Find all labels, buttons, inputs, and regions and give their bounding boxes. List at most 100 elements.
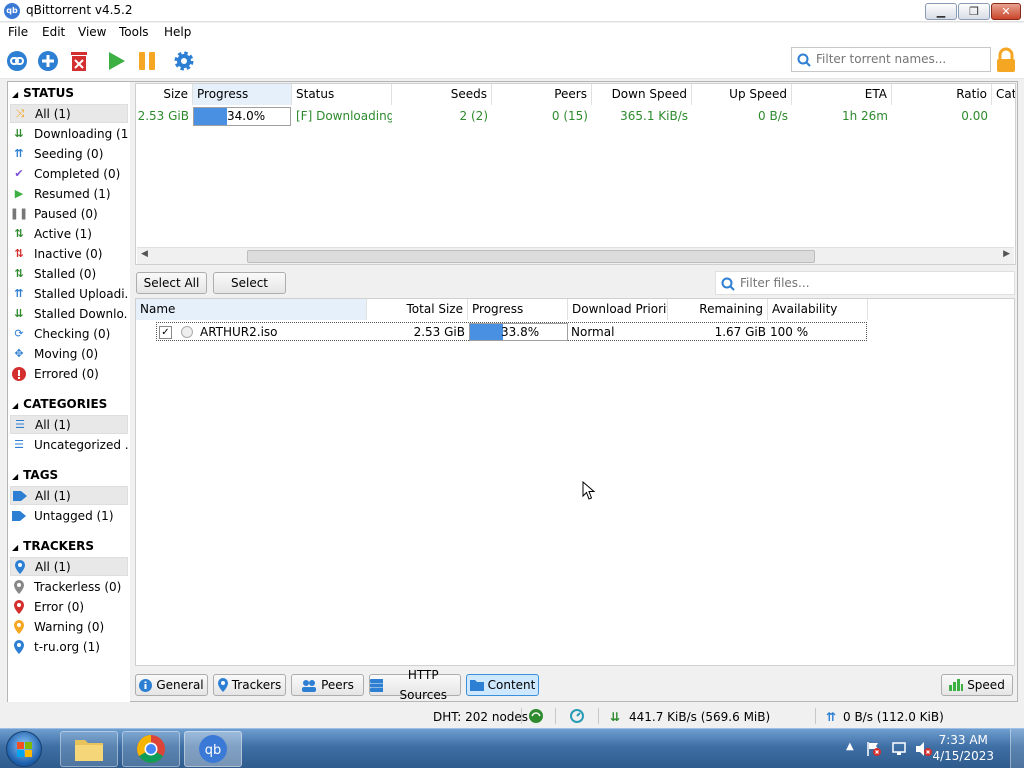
- status-bar: DHT: 202 nodes ⇊ 441.7 KiB/s (569.6 MiB)…: [0, 704, 1024, 728]
- table-row[interactable]: ✓ ARTHUR2.iso 2.53 GiB 33.8% Normal 1.67…: [156, 322, 867, 341]
- connection-status-icon[interactable]: [529, 709, 543, 726]
- sidebar-item-tracker-error[interactable]: Error (0): [10, 597, 128, 616]
- column-header-peers[interactable]: Peers: [492, 84, 592, 105]
- sidebar-item-untagged[interactable]: Untagged (1): [10, 506, 128, 525]
- file-filter-box[interactable]: [715, 271, 1015, 295]
- add-torrent-icon[interactable]: [36, 49, 60, 73]
- taskbar-chrome[interactable]: [122, 731, 180, 767]
- tab-peers[interactable]: Peers: [291, 674, 364, 696]
- sidebar-item-inactive[interactable]: ⇅ Inactive (0): [10, 244, 128, 263]
- sidebar-item-active[interactable]: ⇅ Active (1): [10, 224, 128, 243]
- sidebar-item-tracker-warning[interactable]: Warning (0): [10, 617, 128, 636]
- sidebar-item-downloading[interactable]: ⇊ Downloading (1): [10, 124, 128, 143]
- resume-icon[interactable]: [104, 49, 128, 73]
- sidebar-item-errored[interactable]: Errored (0): [10, 364, 128, 383]
- options-gear-icon[interactable]: [172, 49, 196, 73]
- column-header-availability[interactable]: Availability: [768, 299, 868, 320]
- file-checkbox[interactable]: ✓: [159, 326, 172, 339]
- column-header-download-priority[interactable]: Download Priority: [568, 299, 668, 320]
- column-header-remaining[interactable]: Remaining: [668, 299, 768, 320]
- column-header-seeds[interactable]: Seeds: [392, 84, 492, 105]
- speed-graph-button[interactable]: Speed: [941, 674, 1013, 696]
- sidebar-item-stalled-uploading[interactable]: ⇈ Stalled Uploadi...: [10, 284, 128, 303]
- torrent-list: Size Progress Status Seeds Peers Down Sp…: [135, 83, 1016, 265]
- select-all-button[interactable]: Select All: [136, 272, 207, 294]
- pin-orange-icon: [10, 619, 28, 634]
- column-header-down-speed[interactable]: Down Speed: [592, 84, 692, 105]
- menu-tools[interactable]: Tools: [119, 25, 149, 39]
- column-header-ratio[interactable]: Ratio: [892, 84, 992, 105]
- sidebar-item-paused[interactable]: ❚❚ Paused (0): [10, 204, 128, 223]
- column-header-file-progress[interactable]: Progress: [468, 299, 568, 320]
- status-separator: [555, 708, 556, 724]
- delete-icon[interactable]: [67, 49, 91, 73]
- search-icon: [797, 53, 811, 67]
- moving-icon: ✥: [14, 347, 24, 360]
- sidebar-item-seeding[interactable]: ⇈ Seeding (0): [10, 144, 128, 163]
- categories-header[interactable]: ◢ CATEGORIES: [12, 397, 107, 411]
- minimize-button[interactable]: ▁: [925, 3, 957, 20]
- horizontal-scrollbar[interactable]: ◀ ▶: [137, 247, 1014, 264]
- scroll-left-icon[interactable]: ◀: [141, 249, 148, 259]
- column-header-name[interactable]: Name: [136, 299, 367, 320]
- file-filter-input[interactable]: [740, 276, 905, 290]
- close-button[interactable]: ✕: [991, 3, 1021, 20]
- column-header-eta[interactable]: ETA: [792, 84, 892, 105]
- sidebar-item-stalled-downloading[interactable]: ⇊ Stalled Downlo...: [10, 304, 128, 323]
- taskbar-qbittorrent[interactable]: qb: [184, 731, 242, 767]
- show-desktop-button[interactable]: [1010, 729, 1024, 768]
- stalled-arrows-icon: ⇅: [14, 267, 24, 280]
- sidebar-item-checking[interactable]: ⟳ Checking (0): [10, 324, 128, 343]
- taskbar-explorer[interactable]: [60, 731, 118, 767]
- scroll-right-icon[interactable]: ▶: [1003, 249, 1010, 259]
- action-center-flag-icon[interactable]: [866, 741, 882, 757]
- trackers-header[interactable]: ◢ TRACKERS: [12, 539, 94, 553]
- sidebar-item-tag-all[interactable]: All (1): [10, 486, 128, 505]
- sidebar-item-trackers-all[interactable]: All (1): [10, 557, 128, 576]
- restore-button[interactable]: ❐: [958, 3, 990, 20]
- sidebar-item-moving[interactable]: ✥ Moving (0): [10, 344, 128, 363]
- column-header-up-speed[interactable]: Up Speed: [692, 84, 792, 105]
- menu-edit[interactable]: Edit: [42, 25, 65, 39]
- show-hidden-icons[interactable]: ▲: [846, 741, 854, 752]
- download-speed-total[interactable]: 441.7 KiB/s (569.6 MiB): [629, 710, 770, 724]
- sidebar-item-uncategorized[interactable]: ☰ Uncategorized ...: [10, 435, 128, 454]
- column-header-status[interactable]: Status: [292, 84, 392, 105]
- scrollbar-thumb[interactable]: [247, 250, 815, 263]
- pause-icon[interactable]: [135, 49, 159, 73]
- select-none-button[interactable]: Select None: [213, 272, 286, 310]
- menu-help[interactable]: Help: [164, 25, 191, 39]
- start-button[interactable]: [6, 731, 42, 767]
- menu-file[interactable]: File: [8, 25, 28, 39]
- tab-http-sources[interactable]: HTTP Sources: [369, 668, 461, 702]
- network-icon[interactable]: [891, 741, 907, 757]
- alt-speed-limits-icon[interactable]: [570, 709, 584, 726]
- column-header-total-size[interactable]: Total Size: [367, 299, 468, 320]
- volume-muted-icon[interactable]: [915, 741, 933, 757]
- system-clock[interactable]: 7:33 AM 4/15/2023: [932, 732, 994, 764]
- torrent-status: [F] Downloading: [296, 109, 392, 123]
- tab-general[interactable]: General: [135, 674, 208, 696]
- torrent-filter-input[interactable]: [816, 52, 981, 66]
- tab-trackers[interactable]: Trackers: [213, 674, 286, 696]
- sidebar-item-status-all[interactable]: ⤨ All (1): [10, 104, 128, 123]
- status-header[interactable]: ◢ STATUS: [12, 86, 74, 100]
- tab-content[interactable]: Content: [466, 674, 539, 696]
- column-header-size[interactable]: Size: [136, 84, 193, 105]
- add-link-icon[interactable]: [5, 49, 29, 73]
- menu-view[interactable]: View: [78, 25, 106, 39]
- torrent-filter-input-box[interactable]: [791, 47, 991, 72]
- sidebar-item-category-all[interactable]: ☰ All (1): [10, 415, 128, 434]
- table-row[interactable]: 2.53 GiB 34.0% [F] Downloading 2 (2) 0 (…: [136, 106, 1015, 126]
- file-priority[interactable]: Normal: [571, 322, 667, 342]
- lock-icon[interactable]: [995, 47, 1017, 73]
- sidebar-item-tracker-t-ru[interactable]: t-ru.org (1): [10, 637, 128, 656]
- column-header-progress[interactable]: Progress: [193, 84, 292, 105]
- sidebar-item-completed[interactable]: ✔ Completed (0): [10, 164, 128, 183]
- upload-speed-total[interactable]: 0 B/s (112.0 KiB): [843, 710, 944, 724]
- sidebar-item-trackerless[interactable]: Trackerless (0): [10, 577, 128, 596]
- sidebar-item-stalled[interactable]: ⇅ Stalled (0): [10, 264, 128, 283]
- column-header-category[interactable]: Cat: [992, 84, 1015, 105]
- sidebar-item-resumed[interactable]: ▶ Resumed (1): [10, 184, 128, 203]
- tags-header[interactable]: ◢ TAGS: [12, 468, 58, 482]
